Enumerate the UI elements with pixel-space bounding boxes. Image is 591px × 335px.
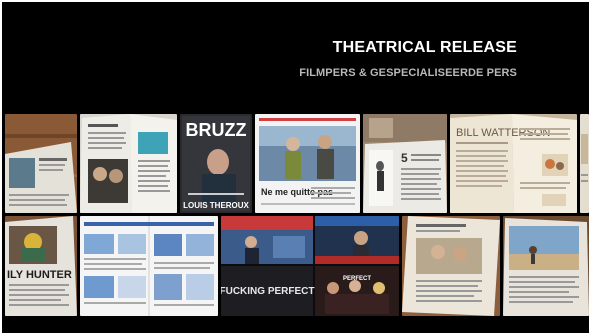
svg-text:5: 5 xyxy=(401,151,408,165)
bruzz-cover-line: LOUIS THEROUX xyxy=(183,201,249,210)
press-clipping-portrait-newspaper[interactable] xyxy=(402,216,500,316)
press-clipping-bruzz-cover[interactable]: BRUZZ LOUIS THEROUX xyxy=(180,114,252,213)
press-clipping-magazine-spread[interactable] xyxy=(80,114,177,213)
press-clipping-watterson-spread[interactable]: BILL WATTERSON xyxy=(450,114,577,213)
press-clipping-newspaper-wood[interactable] xyxy=(5,114,77,213)
bruzz-masthead: BRUZZ xyxy=(186,120,247,140)
slide-title: THEATRICAL RELEASE xyxy=(332,39,517,56)
press-clipping-dancer-newspaper[interactable]: 5 xyxy=(363,114,447,213)
press-slide: THEATRICAL RELEASE FILMPERS & GESPECIALI… xyxy=(2,2,589,333)
press-clipping-partial[interactable] xyxy=(580,114,589,213)
tv-caption: FUCKING PERFECT xyxy=(221,286,315,297)
studio-caption: PERFECT xyxy=(343,276,371,282)
press-clipping-tv-collage[interactable]: FUCKING PERFECT PERFECT xyxy=(221,216,399,316)
press-clipping-screens-spread[interactable] xyxy=(80,216,218,316)
slide-subtitle: FILMPERS & GESPECIALISEERDE PERS xyxy=(299,67,517,79)
press-clipping-hunter-newspaper[interactable]: ILY HUNTER xyxy=(5,216,77,316)
hunter-headline: ILY HUNTER xyxy=(7,269,72,281)
press-clipping-beach-newspaper[interactable] xyxy=(503,216,589,316)
press-clipping-ne-me-quitte-pas[interactable]: Ne me quitte pas xyxy=(255,114,360,213)
